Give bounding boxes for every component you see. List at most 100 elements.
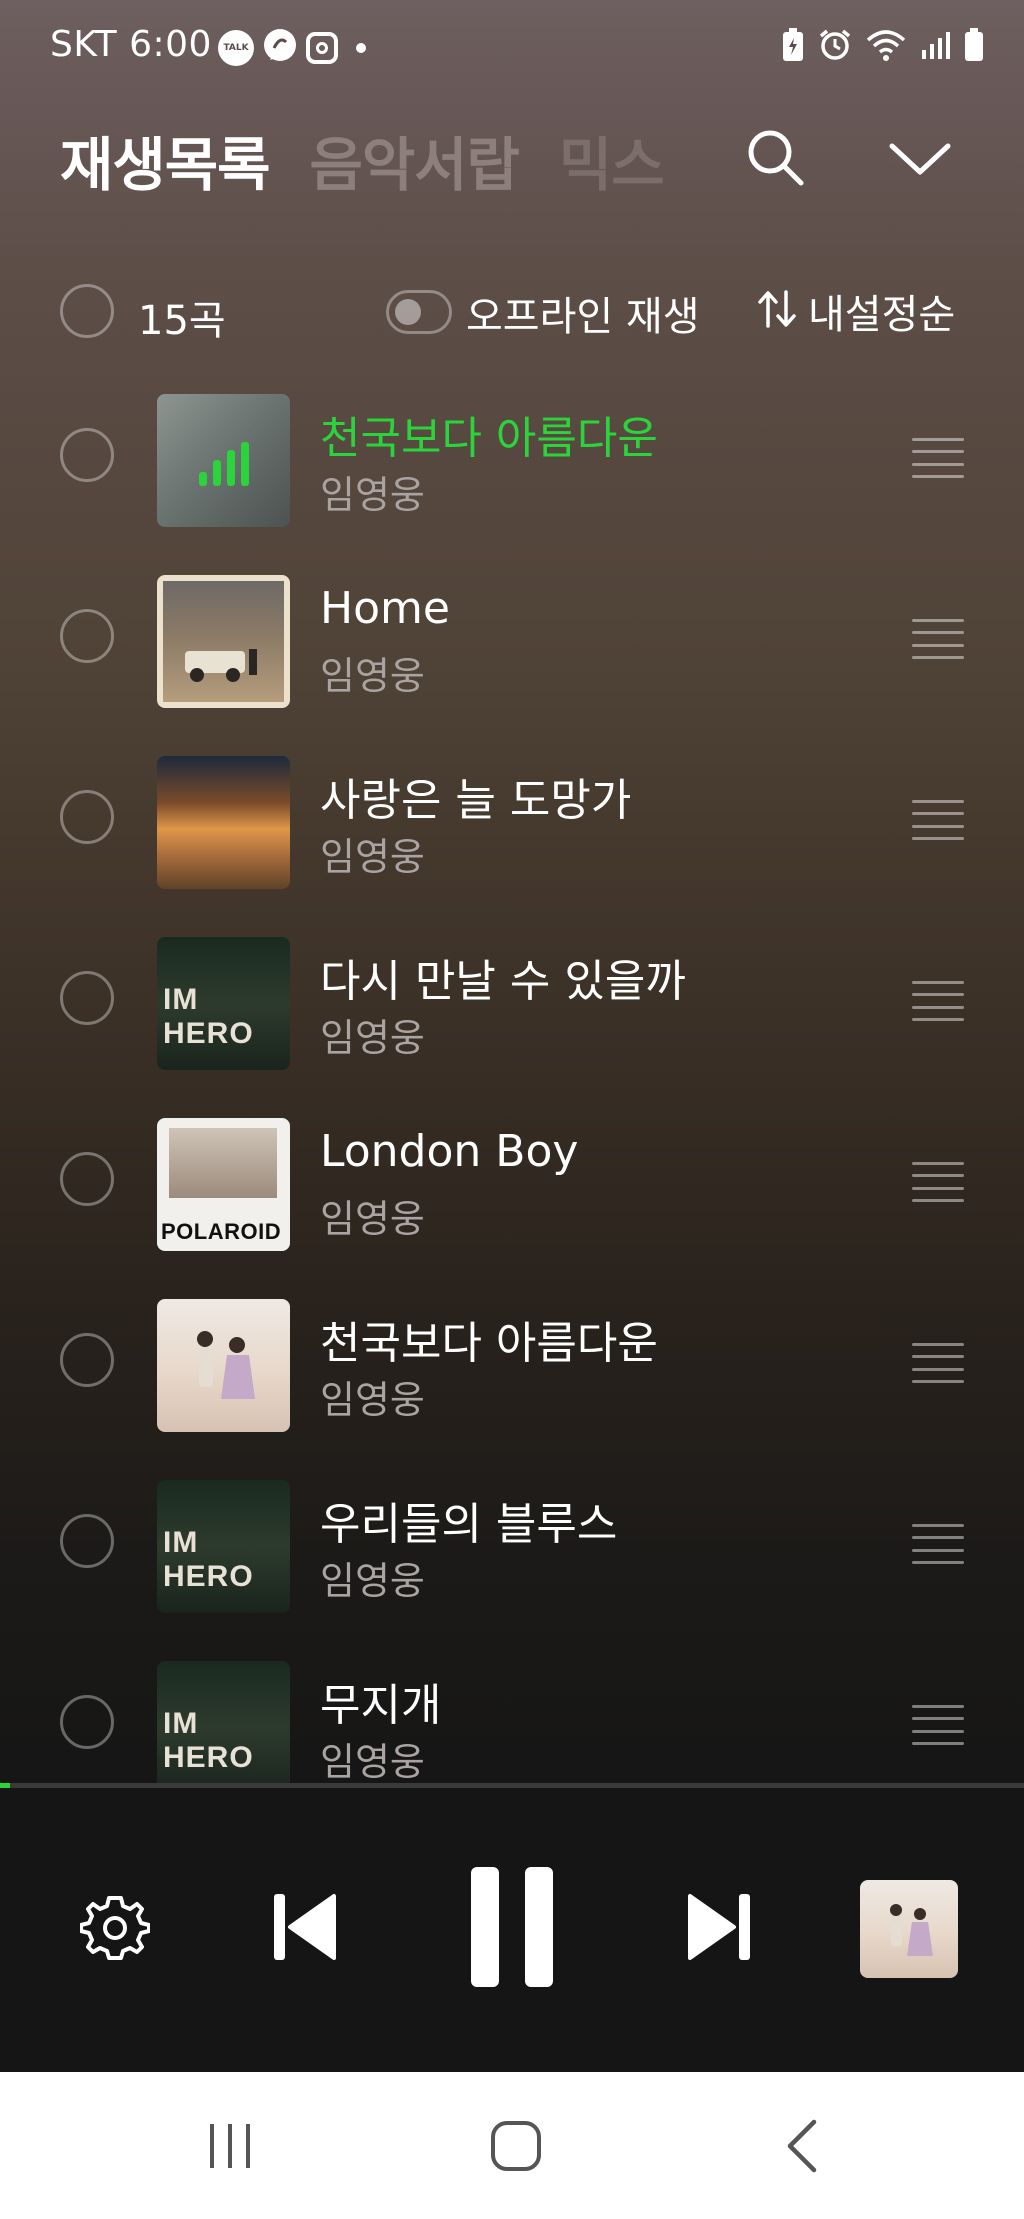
track-artist: 임영웅 xyxy=(320,654,425,698)
album-art xyxy=(157,575,290,708)
track-checkbox[interactable] xyxy=(60,428,114,482)
album-art-text: IM HERO xyxy=(163,1707,254,1774)
track-title: Home xyxy=(320,583,450,634)
skip-previous-icon xyxy=(270,1890,340,1968)
tab-playlist[interactable]: 재생목록 xyxy=(60,118,270,198)
status-notification-icons: TALK xyxy=(218,28,366,68)
select-all-checkbox[interactable] xyxy=(60,284,114,338)
track-row[interactable]: Home 임영웅 xyxy=(0,561,1024,742)
track-checkbox[interactable] xyxy=(60,609,114,663)
equalizer-icon xyxy=(157,394,290,527)
track-title: 다시 만날 수 있을까 xyxy=(320,956,686,1007)
chat-bubble-icon xyxy=(262,28,298,68)
track-artist: 임영웅 xyxy=(320,1740,425,1784)
drag-handle-icon[interactable] xyxy=(912,1524,964,1564)
track-artist: 임영웅 xyxy=(320,1559,425,1603)
track-row[interactable]: IM HERO 우리들의 블루스 임영웅 xyxy=(0,1466,1024,1647)
track-checkbox[interactable] xyxy=(60,1152,114,1206)
album-art-text: POLAROID xyxy=(161,1219,282,1244)
track-row[interactable]: 사랑은 늘 도망가 임영웅 xyxy=(0,742,1024,923)
status-time: SKT 6:00 xyxy=(50,24,212,65)
drag-handle-icon[interactable] xyxy=(912,438,964,478)
kakaotalk-icon: TALK xyxy=(218,30,254,66)
album-art-text: IM HERO xyxy=(163,983,254,1050)
pause-icon xyxy=(465,1865,559,1993)
sort-button[interactable]: 내설정순 xyxy=(756,284,955,338)
track-checkbox[interactable] xyxy=(60,790,114,844)
track-row[interactable]: 천국보다 아름다운 임영웅 xyxy=(0,380,1024,561)
track-checkbox[interactable] xyxy=(60,1695,114,1749)
next-button[interactable] xyxy=(676,1880,762,1978)
now-playing-art[interactable] xyxy=(860,1880,958,1978)
instagram-icon xyxy=(306,32,338,64)
album-art: IM HERO xyxy=(157,937,290,1070)
track-title: 무지개 xyxy=(320,1680,442,1731)
track-title: 우리들의 블루스 xyxy=(320,1499,618,1550)
skip-next-icon xyxy=(684,1890,754,1968)
settings-button[interactable] xyxy=(72,1886,158,1972)
pause-button[interactable] xyxy=(460,1864,564,1994)
track-title: 천국보다 아름다운 xyxy=(320,1318,658,1369)
header-tabs: 재생목록 음악서랍 믹스 xyxy=(60,118,740,198)
playlist-toolbar: 15곡 오프라인 재생 내설정순 xyxy=(0,278,1024,348)
track-title: 천국보다 아름다운 xyxy=(320,413,658,464)
album-art: POLAROID xyxy=(157,1118,290,1251)
offline-toggle[interactable] xyxy=(386,290,452,334)
drag-handle-icon[interactable] xyxy=(912,800,964,840)
previous-button[interactable] xyxy=(262,1880,348,1978)
track-title: London Boy xyxy=(320,1126,579,1177)
home-button[interactable] xyxy=(476,2108,556,2188)
recent-apps-icon xyxy=(202,2118,258,2178)
system-nav-bar xyxy=(0,2072,1024,2219)
track-row[interactable]: POLAROID London Boy 임영웅 xyxy=(0,1104,1024,1285)
album-art: IM HERO xyxy=(157,1480,290,1613)
sort-icon xyxy=(756,288,798,334)
collapse-button[interactable] xyxy=(880,120,960,200)
back-icon xyxy=(776,2118,832,2178)
drag-handle-icon[interactable] xyxy=(912,1705,964,1745)
tab-mix[interactable]: 믹스 xyxy=(559,118,665,198)
recent-apps-button[interactable] xyxy=(190,2108,270,2188)
battery-icon xyxy=(964,28,984,66)
track-checkbox[interactable] xyxy=(60,971,114,1025)
search-button[interactable] xyxy=(736,120,816,200)
album-art: IM HERO xyxy=(157,1661,290,1784)
sort-label: 내설정순 xyxy=(808,292,956,338)
track-row[interactable]: IM HERO 무지개 임영웅 xyxy=(0,1647,1024,1784)
status-system-icons xyxy=(782,28,984,66)
notification-dot-icon xyxy=(356,43,366,53)
album-art xyxy=(157,756,290,889)
track-count: 15곡 xyxy=(138,298,226,344)
chevron-down-icon xyxy=(888,138,952,182)
home-icon xyxy=(488,2118,544,2178)
mini-player xyxy=(0,1788,1024,2072)
track-artist: 임영웅 xyxy=(320,1016,425,1060)
drag-handle-icon[interactable] xyxy=(912,1162,964,1202)
album-art xyxy=(157,394,290,527)
track-artist: 임영웅 xyxy=(320,835,425,879)
track-checkbox[interactable] xyxy=(60,1333,114,1387)
album-art xyxy=(157,1299,290,1432)
music-app: SKT 6:00 TALK 재생목록 음악서랍 믹스 15곡 오프라인 재생 내… xyxy=(0,0,1024,2072)
back-button[interactable] xyxy=(764,2108,844,2188)
track-artist: 임영웅 xyxy=(320,1197,425,1241)
drag-handle-icon[interactable] xyxy=(912,619,964,659)
album-art-text: IM HERO xyxy=(163,1526,254,1593)
search-icon xyxy=(744,126,808,194)
gear-icon xyxy=(79,1892,151,1966)
drag-handle-icon[interactable] xyxy=(912,1343,964,1383)
battery-saver-icon xyxy=(782,28,804,66)
track-row[interactable]: 천국보다 아름다운 임영웅 xyxy=(0,1285,1024,1466)
drag-handle-icon[interactable] xyxy=(912,981,964,1021)
wifi-icon xyxy=(866,28,906,66)
track-list: 천국보다 아름다운 임영웅 Home 임영웅 사랑은 늘 도망가 임영웅 IM … xyxy=(0,380,1024,1784)
track-checkbox[interactable] xyxy=(60,1514,114,1568)
signal-icon xyxy=(920,30,950,64)
tab-music-drawer[interactable]: 음악서랍 xyxy=(309,118,519,198)
offline-label: 오프라인 재생 xyxy=(466,294,700,340)
track-title: 사랑은 늘 도망가 xyxy=(320,775,632,826)
alarm-icon xyxy=(818,28,852,66)
track-row[interactable]: IM HERO 다시 만날 수 있을까 임영웅 xyxy=(0,923,1024,1104)
track-artist: 임영웅 xyxy=(320,473,425,517)
track-artist: 임영웅 xyxy=(320,1378,425,1422)
